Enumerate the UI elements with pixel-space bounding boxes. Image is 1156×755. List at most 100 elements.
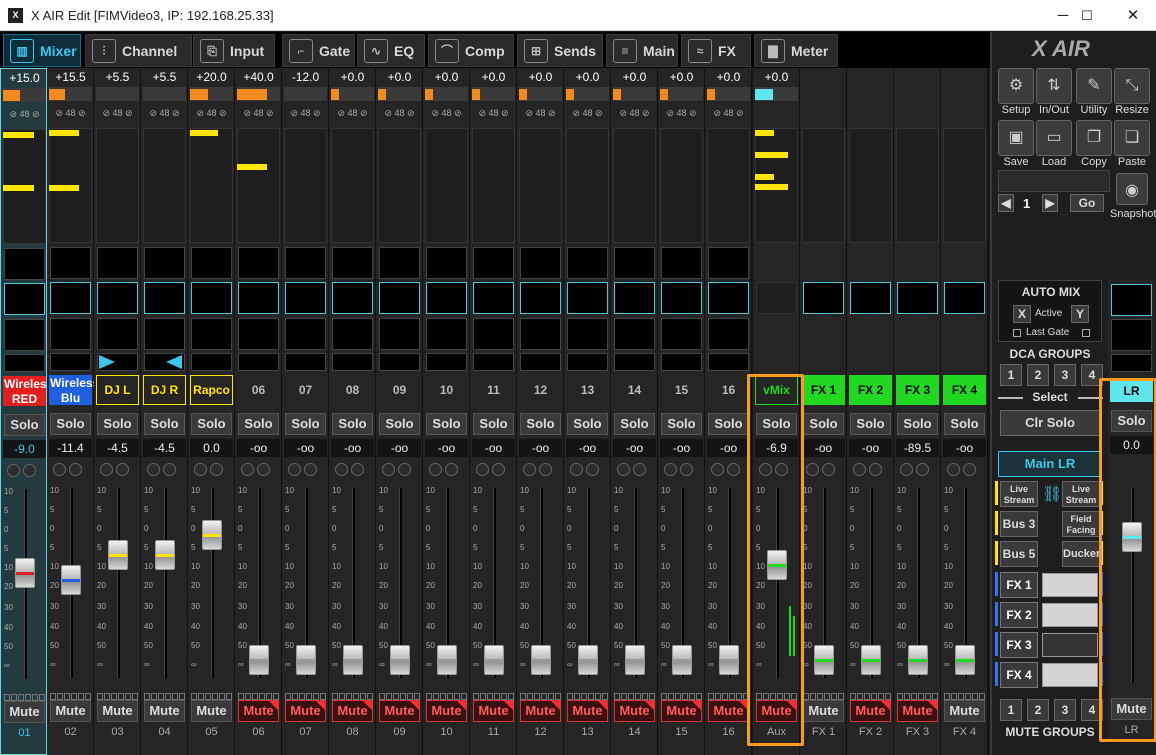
tab-eq[interactable]: ∿ EQ (357, 34, 425, 67)
mute-group-square[interactable] (487, 693, 493, 700)
mute-group-square[interactable] (621, 693, 627, 700)
fader-handle[interactable] (343, 645, 363, 675)
mute-group-square[interactable] (461, 693, 467, 700)
pan-control[interactable] (50, 353, 91, 371)
pan-control[interactable] (473, 353, 514, 371)
eq-graph[interactable] (50, 282, 91, 314)
solo-button[interactable]: Solo (4, 414, 45, 436)
mute-group-square[interactable] (904, 693, 910, 700)
in-out-icon[interactable]: ⇅ (1036, 68, 1072, 104)
mute-group-square[interactable] (473, 693, 479, 700)
close-button[interactable]: ✕ (1110, 0, 1156, 31)
mute-button[interactable]: Mute (614, 700, 655, 722)
fader-handle[interactable] (955, 645, 975, 675)
last-gate-checkbox-y[interactable] (1082, 329, 1090, 337)
mute-group-1-button[interactable]: 1 (1000, 699, 1022, 721)
mute-group-square[interactable] (574, 693, 580, 700)
utility-icon[interactable]: ✎ (1076, 68, 1112, 104)
pan-control[interactable] (238, 353, 279, 371)
comp-graph[interactable] (238, 318, 279, 350)
mute-group-2-button[interactable]: 2 (1027, 699, 1049, 721)
eq-graph[interactable] (97, 282, 138, 314)
tab-meter[interactable]: ▇ Meter (754, 34, 838, 67)
pan-control[interactable] (520, 353, 561, 371)
mute-button[interactable]: Mute (897, 700, 938, 722)
mute-group-square[interactable] (951, 693, 957, 700)
fx-slot-1-button[interactable]: FX 1 (1000, 572, 1038, 598)
fx-rack-thumbnail[interactable] (1042, 603, 1098, 627)
mute-button[interactable]: Mute (238, 700, 279, 722)
solo-button[interactable]: Solo (238, 413, 279, 435)
mute-group-square[interactable] (447, 693, 453, 700)
snapshot-name-field[interactable] (998, 170, 1110, 192)
gate-graph[interactable] (614, 247, 655, 279)
fx-slot-4-button[interactable]: FX 4 (1000, 662, 1038, 688)
solo-button[interactable]: Solo (850, 413, 891, 435)
fx-rack-thumbnail[interactable] (1042, 663, 1098, 687)
snapshot-prev-button[interactable]: ◀ (998, 194, 1014, 212)
mute-button[interactable]: Mute (97, 700, 138, 722)
mute-group-square[interactable] (588, 693, 594, 700)
mute-group-square[interactable] (118, 693, 124, 700)
link-icon[interactable]: ⛓ (1042, 484, 1062, 504)
mute-group-square[interactable] (191, 693, 197, 700)
comp-graph[interactable] (661, 318, 702, 350)
fader-handle[interactable] (108, 540, 128, 570)
mute-group-square[interactable] (165, 693, 171, 700)
mute-group-square[interactable] (918, 693, 924, 700)
comp-graph[interactable] (426, 318, 467, 350)
mute-group-square[interactable] (71, 693, 77, 700)
mute-group-3-button[interactable]: 3 (1054, 699, 1076, 721)
mute-group-square[interactable] (642, 693, 648, 700)
mute-group-square[interactable] (132, 693, 138, 700)
mute-group-square[interactable] (494, 693, 500, 700)
fader-handle[interactable] (814, 645, 834, 675)
mute-group-square[interactable] (25, 694, 31, 701)
mute-group-square[interactable] (911, 693, 917, 700)
pan-control[interactable] (4, 354, 45, 372)
mute-group-square[interactable] (824, 693, 830, 700)
mute-group-square[interactable] (661, 693, 667, 700)
mute-group-square[interactable] (64, 693, 70, 700)
mute-button[interactable]: Mute (4, 701, 45, 723)
eq-graph[interactable] (708, 282, 749, 314)
eq-graph[interactable] (191, 282, 232, 314)
clear-solo-button[interactable]: Clr Solo (1000, 410, 1100, 436)
mute-button[interactable]: Mute (379, 700, 420, 722)
gain-value[interactable]: +15.5 (49, 70, 92, 86)
eq-graph[interactable] (379, 282, 420, 314)
mute-group-square[interactable] (111, 693, 117, 700)
bus-right-1-button[interactable]: Field Facing (1062, 511, 1100, 537)
mute-group-square[interactable] (172, 693, 178, 700)
fader-handle[interactable] (719, 645, 739, 675)
fader-handle[interactable] (578, 645, 598, 675)
mute-group-square[interactable] (635, 693, 641, 700)
gate-graph[interactable] (473, 247, 514, 279)
mute-group-square[interactable] (212, 693, 218, 700)
tab-gate[interactable]: ⌐ Gate (282, 34, 355, 67)
fader-handle[interactable] (296, 645, 316, 675)
mute-group-square[interactable] (454, 693, 460, 700)
mute-group-square[interactable] (205, 693, 211, 700)
mute-group-square[interactable] (57, 693, 63, 700)
mute-button[interactable]: Mute (520, 700, 561, 722)
mute-group-square[interactable] (555, 693, 561, 700)
mute-group-square[interactable] (252, 693, 258, 700)
mute-group-square[interactable] (675, 693, 681, 700)
fader-handle[interactable] (390, 645, 410, 675)
fader-handle[interactable] (61, 565, 81, 595)
comp-graph[interactable] (4, 319, 45, 351)
eq-graph[interactable] (897, 282, 938, 314)
gain-value[interactable]: +0.0 (378, 70, 421, 86)
tab-channel[interactable]: ⫶ Channel (85, 34, 192, 67)
camera-icon[interactable]: ◉ (1116, 173, 1148, 205)
comp-graph[interactable] (97, 318, 138, 350)
pan-control[interactable] (567, 353, 608, 371)
gain-value[interactable]: +15.0 (3, 71, 46, 87)
gate-graph[interactable] (191, 247, 232, 279)
mute-group-square[interactable] (97, 693, 103, 700)
mute-group-square[interactable] (292, 693, 298, 700)
mute-group-square[interactable] (548, 693, 554, 700)
mute-button[interactable]: Mute (661, 700, 702, 722)
mute-group-square[interactable] (346, 693, 352, 700)
